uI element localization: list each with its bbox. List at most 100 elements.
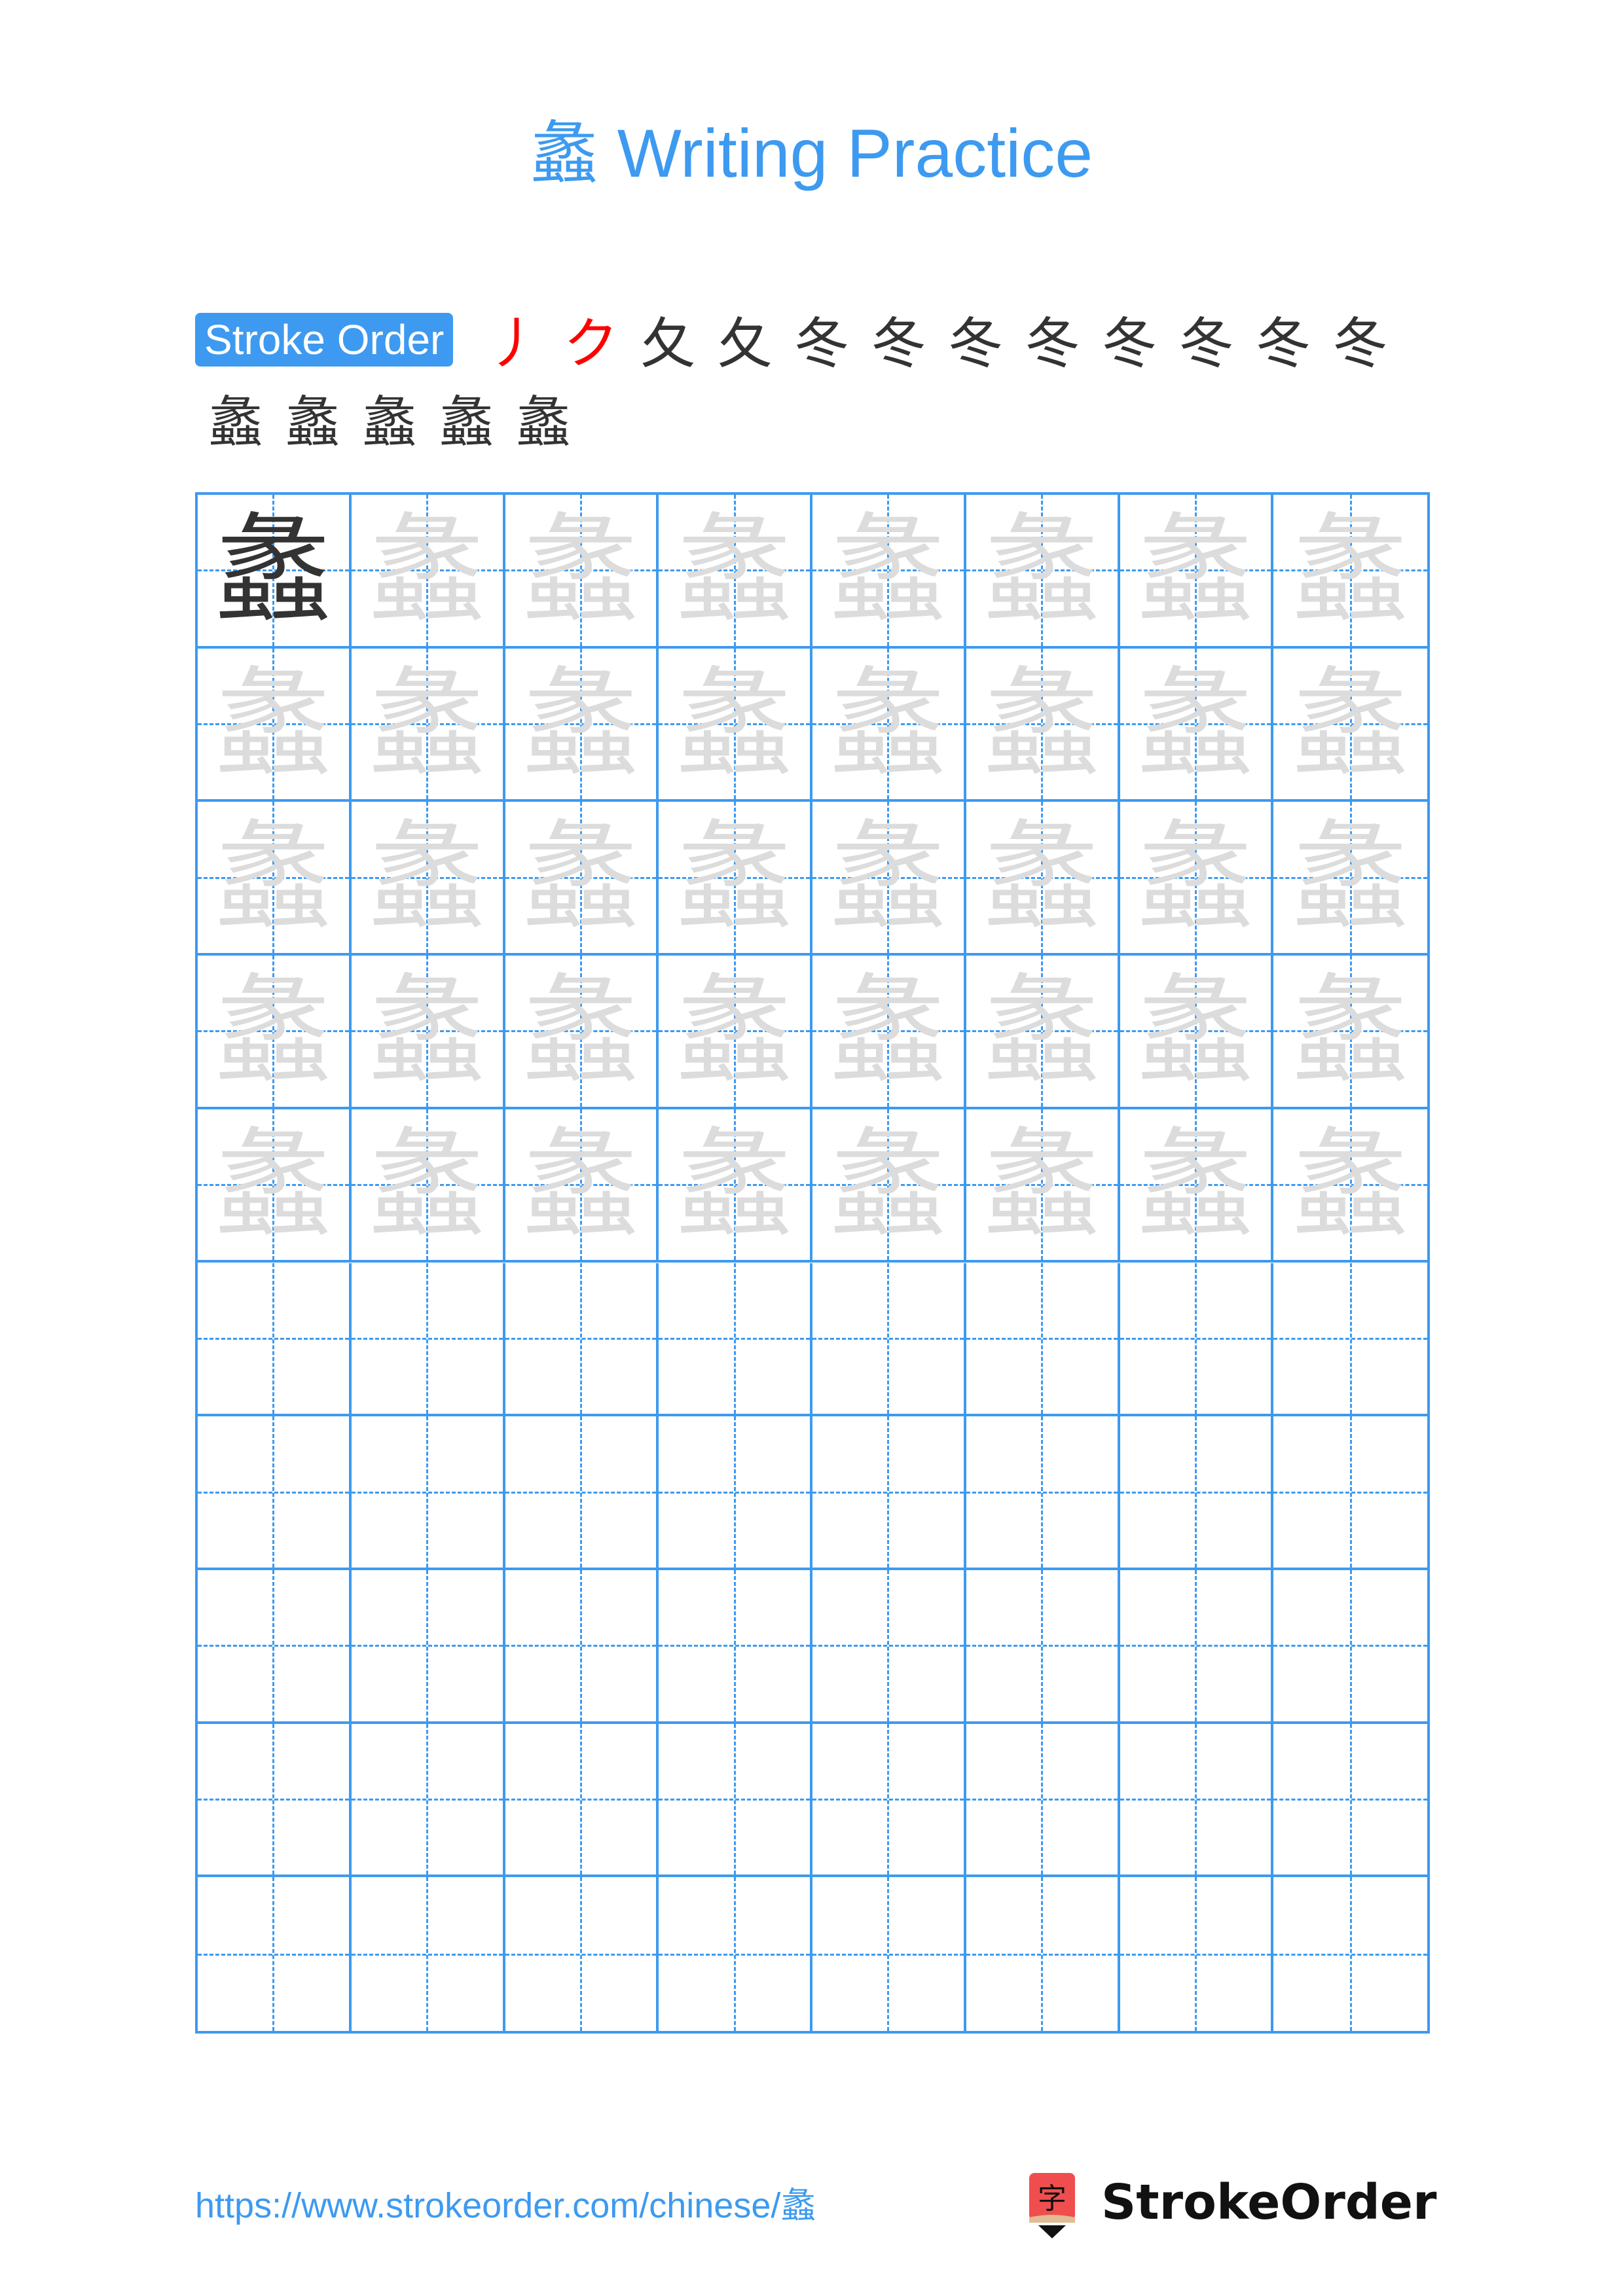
practice-cell[interactable] [198,1723,352,1878]
practice-cell[interactable]: 蠡 [812,495,966,649]
stroke-step: 冬 [1324,308,1396,380]
practice-cell[interactable]: 蠡 [966,495,1120,649]
practice-cell[interactable]: 蠡 [659,802,812,956]
stroke-step-glyph: 冬 [871,312,926,376]
practice-cell[interactable]: 蠡 [812,1109,966,1263]
practice-cell[interactable]: 蠡 [1273,802,1427,956]
practice-cell[interactable] [966,1570,1120,1724]
trace-character: 蠡 [521,963,640,1100]
practice-cell[interactable]: 蠡 [351,1109,505,1263]
stroke-order-label: Stroke Order [195,313,454,367]
trace-character: 蠡 [675,655,793,793]
practice-cell[interactable]: 蠡 [1120,956,1274,1109]
practice-cell[interactable]: 蠡 [966,956,1120,1109]
practice-cell[interactable]: 蠡 [1120,495,1274,649]
practice-cell[interactable] [659,1416,812,1570]
practice-cell[interactable] [198,1263,352,1417]
practice-cell[interactable]: 蠡 [659,648,812,802]
practice-cell[interactable] [1273,1570,1427,1724]
practice-cell[interactable]: 蠡 [198,802,352,956]
practice-cell[interactable] [812,1877,966,2031]
practice-cell[interactable]: 蠡 [351,802,505,956]
practice-cell[interactable]: 蠡 [812,648,966,802]
practice-cell[interactable] [812,1570,966,1724]
practice-cell[interactable]: 蠡 [1273,495,1427,649]
practice-cell[interactable] [659,1263,812,1417]
practice-cell[interactable] [351,1570,505,1724]
trace-character: 蠡 [521,502,640,639]
practice-cell[interactable] [1273,1416,1427,1570]
guide-line-horizontal [966,1645,1118,1647]
practice-cell[interactable] [505,1723,659,1878]
practice-cell[interactable] [505,1416,659,1570]
practice-cell[interactable]: 蠡 [1273,1109,1427,1263]
practice-cell[interactable] [966,1723,1120,1878]
practice-cell[interactable] [966,1263,1120,1417]
stroke-step: 冬 [1171,308,1243,380]
practice-cell[interactable]: 蠡 [505,648,659,802]
practice-cell[interactable]: 蠡 [812,802,966,956]
practice-cell[interactable] [659,1570,812,1724]
practice-cell[interactable]: 蠡 [1120,648,1274,802]
practice-cell[interactable] [812,1263,966,1417]
practice-cell[interactable] [659,1877,812,2031]
practice-cell[interactable] [1273,1263,1427,1417]
practice-cell[interactable]: 蠡 [351,648,505,802]
footer-url-link[interactable]: https://www.strokeorder.com/chinese/蠡 [195,2179,816,2232]
practice-cell[interactable]: 蠡 [1273,648,1427,802]
practice-cell[interactable]: 蠡 [351,495,505,649]
practice-cell[interactable]: 蠡 [198,495,352,649]
practice-cell[interactable] [1120,1416,1274,1570]
practice-cell[interactable] [198,1570,352,1724]
practice-cell[interactable]: 蠡 [659,1109,812,1263]
practice-cell[interactable] [1120,1570,1274,1724]
practice-cell[interactable]: 蠡 [812,956,966,1109]
guide-line-horizontal [1273,1953,1427,1956]
practice-cell[interactable] [505,1570,659,1724]
practice-cell[interactable]: 蠡 [1273,956,1427,1109]
practice-cell[interactable] [966,1877,1120,2031]
practice-cell[interactable]: 蠡 [659,495,812,649]
practice-cell[interactable] [1273,1877,1427,2031]
practice-cell[interactable]: 蠡 [198,1109,352,1263]
practice-cell[interactable]: 蠡 [198,956,352,1109]
practice-cell[interactable] [505,1877,659,2031]
trace-character: 蠡 [829,963,947,1100]
trace-character: 蠡 [368,655,486,793]
stroke-step-glyph: 冬 [1332,312,1388,376]
practice-cell[interactable] [198,1877,352,2031]
practice-grid: 蠡蠡蠡蠡蠡蠡蠡蠡蠡蠡蠡蠡蠡蠡蠡蠡蠡蠡蠡蠡蠡蠡蠡蠡蠡蠡蠡蠡蠡蠡蠡蠡蠡蠡蠡蠡蠡蠡蠡蠡 [195,492,1430,2034]
guide-line-horizontal [1273,1491,1427,1494]
stroke-step: 冬 [1093,308,1165,380]
trace-character: 蠡 [368,809,486,946]
practice-cell[interactable] [1273,1723,1427,1878]
practice-cell[interactable]: 蠡 [966,648,1120,802]
practice-cell[interactable] [1120,1723,1274,1878]
guide-line-horizontal [812,1953,964,1956]
practice-cell[interactable] [812,1416,966,1570]
guide-line-horizontal [966,1953,1118,1956]
practice-cell[interactable]: 蠡 [1120,802,1274,956]
practice-cell[interactable] [198,1416,352,1570]
practice-cell[interactable] [351,1263,505,1417]
practice-cell[interactable]: 蠡 [966,1109,1120,1263]
practice-cell[interactable]: 蠡 [198,648,352,802]
guide-line-horizontal [966,1491,1118,1494]
practice-cell[interactable]: 蠡 [505,956,659,1109]
practice-cell[interactable] [351,1877,505,2031]
practice-cell[interactable]: 蠡 [505,1109,659,1263]
practice-cell[interactable]: 蠡 [966,802,1120,956]
practice-cell[interactable] [1120,1877,1274,2031]
practice-cell[interactable] [966,1416,1120,1570]
practice-cell[interactable] [351,1723,505,1878]
practice-cell[interactable] [1120,1263,1274,1417]
practice-cell[interactable] [659,1723,812,1878]
practice-cell[interactable]: 蠡 [1120,1109,1274,1263]
practice-cell[interactable] [351,1416,505,1570]
practice-cell[interactable]: 蠡 [505,802,659,956]
practice-cell[interactable]: 蠡 [351,956,505,1109]
practice-cell[interactable] [812,1723,966,1878]
practice-cell[interactable] [505,1263,659,1417]
practice-cell[interactable]: 蠡 [659,956,812,1109]
practice-cell[interactable]: 蠡 [505,495,659,649]
